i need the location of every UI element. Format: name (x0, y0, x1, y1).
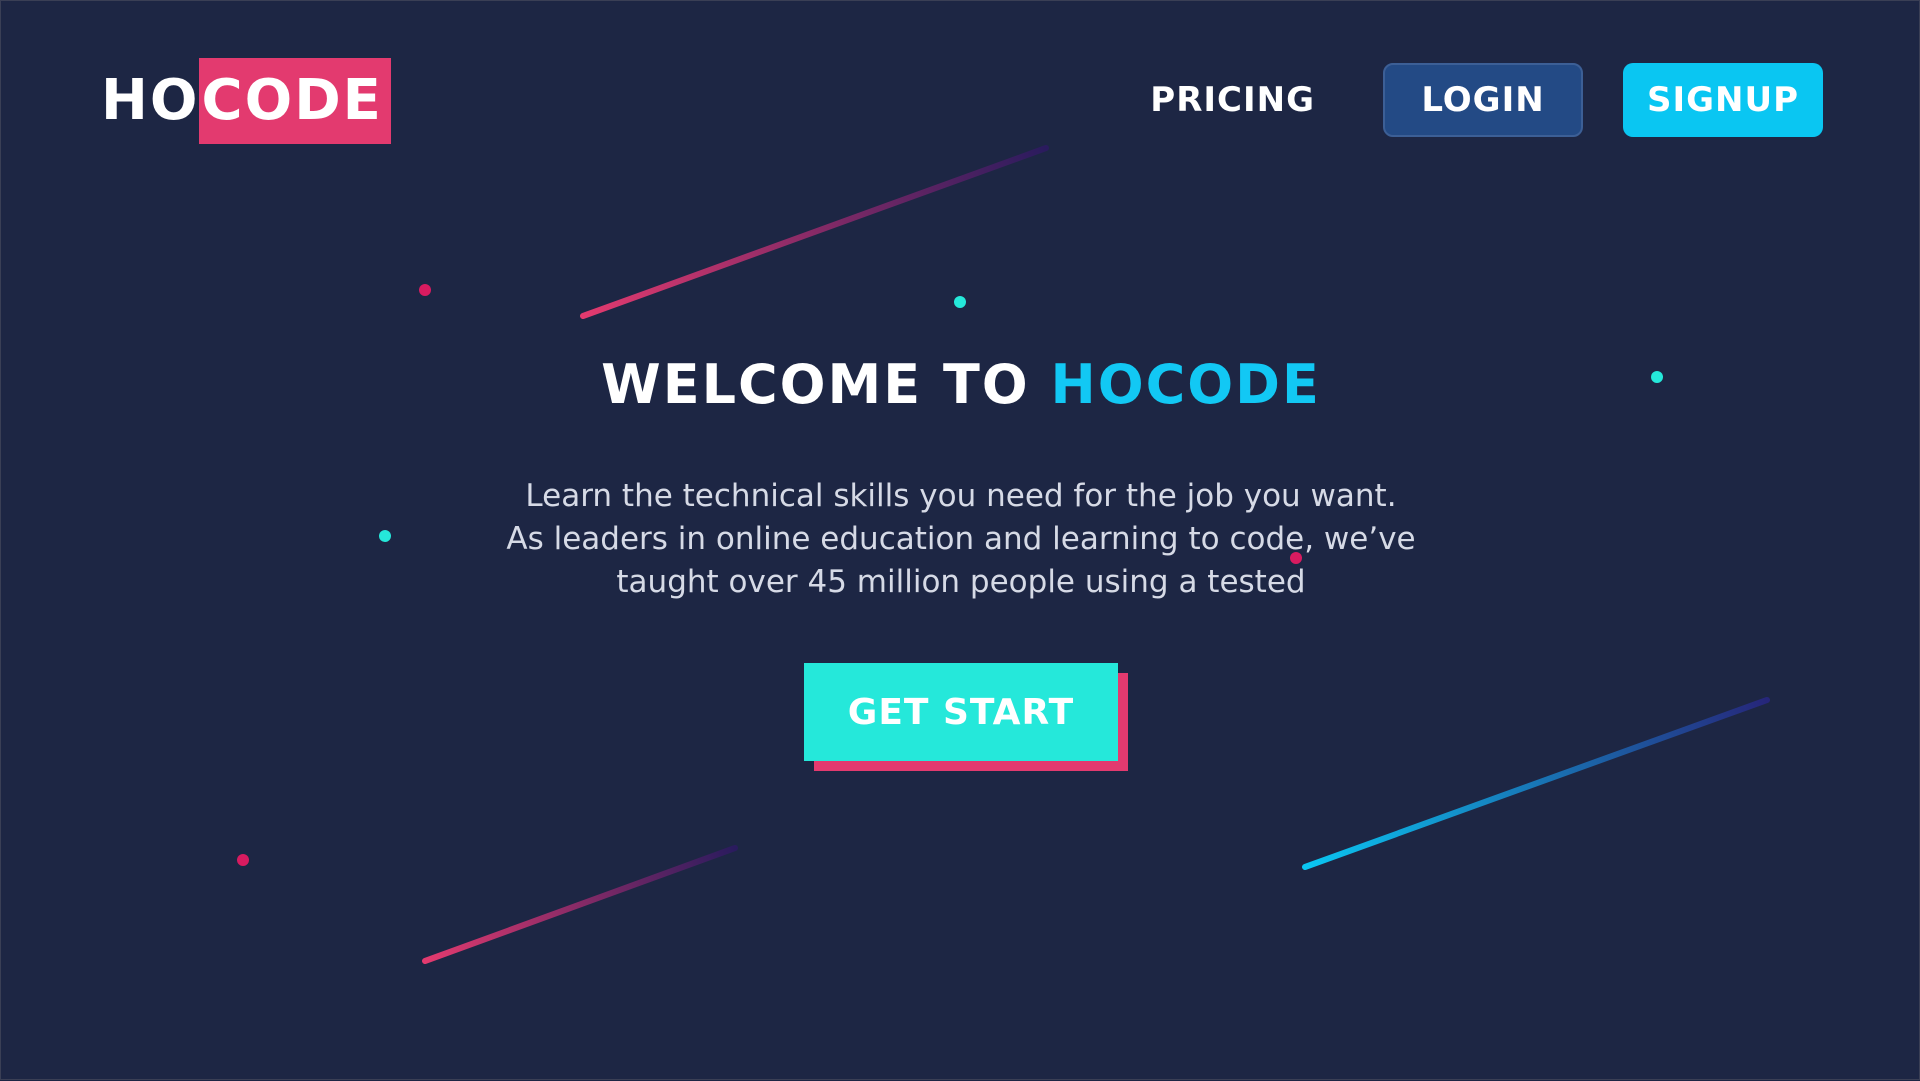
hero-description-line: As leaders in online education and learn… (506, 521, 1416, 557)
hero-description: Learn the technical skills you need for … (461, 475, 1461, 604)
pricing-link[interactable]: PRICING (1150, 80, 1315, 120)
decor-line-pink-top (580, 145, 1049, 319)
logo[interactable]: HO CODE (101, 58, 391, 144)
decor-dot-teal (954, 296, 966, 308)
login-button[interactable]: LOGIN (1383, 63, 1583, 137)
decor-dot-teal (379, 530, 391, 542)
hero-description-line: Learn the technical skills you need for … (525, 478, 1397, 514)
hero-description-line: taught over 45 million people using a te… (616, 564, 1306, 600)
landing-page: HO CODE PRICING LOGIN SIGNUP WELCOME TO H… (0, 0, 1920, 1080)
decor-dot-pink (237, 854, 249, 866)
logo-text-code: CODE (199, 58, 391, 144)
get-start-button[interactable]: GET START (804, 663, 1118, 761)
logo-text-ho: HO (101, 68, 200, 133)
hero-title-prefix: WELCOME TO (601, 353, 1051, 416)
get-start-cta: GET START (804, 663, 1128, 771)
decor-line-pink-bottom (422, 845, 738, 964)
signup-button[interactable]: SIGNUP (1623, 63, 1823, 137)
hero-title-brand: HOCODE (1050, 353, 1321, 416)
decor-line-cyan (1302, 697, 1770, 870)
hero-title: WELCOME TO HOCODE (1, 349, 1920, 421)
decor-dot-pink (419, 284, 431, 296)
top-navigation: PRICING LOGIN SIGNUP (1150, 63, 1823, 137)
